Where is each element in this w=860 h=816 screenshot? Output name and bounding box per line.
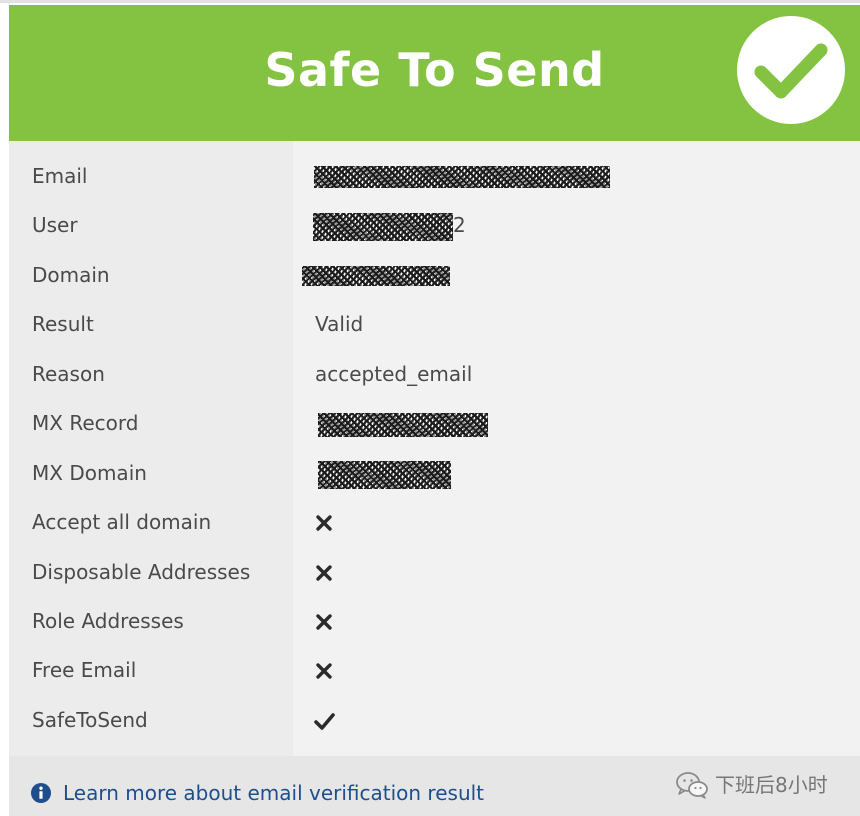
- row-label: Email: [32, 164, 88, 188]
- row-disposable-addresses: Disposable Addresses: [9, 548, 860, 597]
- watermark-text: 下班后8小时: [715, 773, 828, 797]
- check-circle-icon: [737, 16, 845, 124]
- reason-value: accepted_email: [315, 362, 473, 386]
- row-label: SafeToSend: [32, 708, 148, 732]
- redacted-mx-record-value: [318, 413, 488, 437]
- verification-result-card: Safe To Send Email User 2 Domain Result …: [9, 5, 860, 816]
- check-icon: [314, 713, 335, 730]
- user-value-suffix: 2: [453, 213, 466, 237]
- x-icon: [316, 663, 332, 679]
- footer-bar: Learn more about email verification resu…: [9, 756, 860, 816]
- row-label: Domain: [32, 263, 110, 287]
- result-header: Safe To Send: [9, 5, 860, 141]
- redacted-email-value: [314, 166, 610, 188]
- row-label: Result: [32, 312, 94, 336]
- top-divider: [0, 0, 860, 3]
- row-free-email: Free Email: [9, 646, 860, 695]
- row-result: Result Valid: [9, 300, 860, 349]
- row-accept-all-domain: Accept all domain: [9, 498, 860, 547]
- row-label: Accept all domain: [32, 510, 212, 534]
- row-label: Disposable Addresses: [32, 560, 251, 584]
- x-icon: [316, 565, 332, 581]
- wechat-icon: [676, 772, 708, 799]
- row-label: User: [32, 213, 78, 237]
- x-icon: [316, 515, 332, 531]
- row-safetosend: SafeToSend: [9, 696, 860, 745]
- row-label: Role Addresses: [32, 609, 184, 633]
- x-icon: [316, 614, 332, 630]
- redacted-user-value: [313, 213, 453, 241]
- row-email: Email: [9, 152, 860, 201]
- row-label: MX Record: [32, 411, 139, 435]
- result-value: Valid: [315, 312, 364, 336]
- result-title: Safe To Send: [264, 43, 605, 97]
- row-role-addresses: Role Addresses: [9, 597, 860, 646]
- row-mx-domain: MX Domain: [9, 449, 860, 498]
- info-icon: [31, 783, 51, 803]
- row-domain: Domain: [9, 251, 860, 300]
- redacted-domain-value: [302, 266, 450, 286]
- row-reason: Reason accepted_email: [9, 350, 860, 399]
- redacted-mx-domain-value: [318, 461, 451, 489]
- row-label: Free Email: [32, 658, 137, 682]
- row-mx-record: MX Record: [9, 399, 860, 448]
- learn-more-link[interactable]: Learn more about email verification resu…: [63, 778, 484, 808]
- row-user: User 2: [9, 201, 860, 250]
- row-label: Reason: [32, 362, 105, 386]
- row-label: MX Domain: [32, 461, 147, 485]
